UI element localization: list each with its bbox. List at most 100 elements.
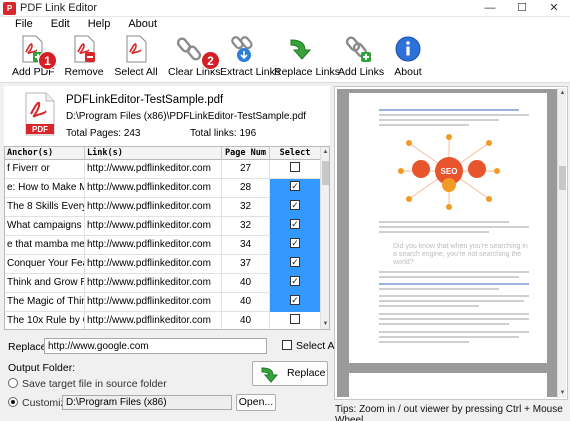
seo-label: SEO bbox=[441, 167, 458, 176]
close-button[interactable]: ✕ bbox=[538, 0, 570, 17]
row-select-checkbox[interactable]: ✓ bbox=[290, 219, 300, 230]
select-cell[interactable]: ✓ bbox=[270, 255, 321, 274]
custom-path-field[interactable]: D:\Program Files (x86) bbox=[62, 395, 232, 410]
table-row[interactable]: Think and Grow Ri...http://www.pdflinked… bbox=[5, 274, 321, 293]
scroll-up-arrow[interactable]: ▲ bbox=[321, 147, 329, 157]
anchor-cell[interactable]: f Fiverr or bbox=[5, 160, 85, 179]
replace-url-input[interactable] bbox=[44, 338, 267, 354]
viewer-scroll-down[interactable]: ▼ bbox=[558, 388, 567, 398]
anchor-cell[interactable]: Conquer Your Fear... bbox=[5, 255, 85, 274]
select-cell[interactable]: ✓ bbox=[270, 217, 321, 236]
page-num-cell[interactable]: 34 bbox=[222, 236, 270, 255]
anchor-cell[interactable]: e: How to Make M... bbox=[5, 179, 85, 198]
select-cell[interactable]: ✓ bbox=[270, 274, 321, 293]
page-num-cell[interactable]: 40 bbox=[222, 274, 270, 293]
customize-radio[interactable] bbox=[8, 397, 18, 408]
link-cell[interactable]: http://www.pdflinkeditor.com bbox=[85, 198, 222, 217]
table-row[interactable]: Conquer Your Fear...http://www.pdflinked… bbox=[5, 255, 321, 274]
table-row[interactable]: The Magic of Thin...http://www.pdflinked… bbox=[5, 293, 321, 312]
select-all-button[interactable]: Select All bbox=[114, 34, 158, 82]
table-body: f Fiverr or http://www.pdflinkeditor.com 2… bbox=[5, 160, 321, 329]
text-line bbox=[379, 295, 529, 297]
select-all-text: Select All bbox=[296, 340, 340, 352]
row-select-checkbox[interactable]: ✓ bbox=[290, 238, 300, 249]
row-select-checkbox[interactable] bbox=[290, 314, 300, 325]
column-link[interactable]: Link(s) bbox=[85, 147, 222, 160]
table-header: Anchor(s) Link(s) Page Num Select bbox=[5, 147, 321, 160]
select-cell[interactable]: ✓ bbox=[270, 198, 321, 217]
select-cell[interactable] bbox=[270, 160, 321, 179]
anchor-cell[interactable]: The 10x Rule by Gr... bbox=[5, 312, 85, 329]
table-scrollbar[interactable]: ▲ ▼ bbox=[320, 147, 329, 329]
page-num-cell[interactable]: 37 bbox=[222, 255, 270, 274]
minimize-button[interactable]: — bbox=[474, 0, 506, 17]
select-cell[interactable]: ✓ bbox=[270, 236, 321, 255]
add-links-button[interactable]: Add Links bbox=[338, 34, 384, 82]
menu-help[interactable]: Help bbox=[79, 17, 120, 33]
link-cell[interactable]: http://www.pdflinkeditor.com bbox=[85, 274, 222, 293]
replace-button[interactable]: Replace bbox=[252, 361, 328, 386]
remove-button[interactable]: Remove bbox=[64, 34, 104, 82]
link-cell[interactable]: http://www.pdflinkeditor.com bbox=[85, 217, 222, 236]
open-folder-button[interactable]: Open... bbox=[236, 394, 276, 411]
maximize-button[interactable]: ☐ bbox=[506, 0, 538, 17]
link-cell[interactable]: http://www.pdflinkeditor.com bbox=[85, 160, 222, 179]
save-source-radio[interactable] bbox=[8, 378, 18, 389]
link-cell[interactable]: http://www.pdflinkeditor.com bbox=[85, 179, 222, 198]
menu-about[interactable]: About bbox=[119, 17, 166, 33]
table-row[interactable]: e that mamba me... http://www.pdflinkedit… bbox=[5, 236, 321, 255]
scroll-down-arrow[interactable]: ▼ bbox=[321, 319, 329, 329]
page-num-cell[interactable]: 40 bbox=[222, 293, 270, 312]
link-cell[interactable]: http://www.pdflinkeditor.com bbox=[85, 293, 222, 312]
menu-edit[interactable]: Edit bbox=[42, 17, 79, 33]
anchor-cell[interactable]: Think and Grow Ri... bbox=[5, 274, 85, 293]
table-row[interactable]: f Fiverr or http://www.pdflinkeditor.com 2… bbox=[5, 160, 321, 179]
link-cell[interactable]: http://www.pdflinkeditor.com bbox=[85, 255, 222, 274]
anchor-cell[interactable]: What campaigns c... bbox=[5, 217, 85, 236]
page-num-cell[interactable]: 40 bbox=[222, 312, 270, 329]
link-cell[interactable]: http://www.pdflinkeditor.com bbox=[85, 236, 222, 255]
row-select-checkbox[interactable]: ✓ bbox=[290, 295, 300, 306]
viewer-scroll-up[interactable]: ▲ bbox=[558, 88, 567, 98]
row-select-checkbox[interactable] bbox=[290, 162, 300, 173]
page-num-cell[interactable]: 32 bbox=[222, 217, 270, 236]
table-row[interactable]: What campaigns c...http://www.pdflinkedi… bbox=[5, 217, 321, 236]
column-page-num[interactable]: Page Num bbox=[222, 147, 270, 160]
table-row[interactable]: e: How to Make M...http://www.pdflinkedi… bbox=[5, 179, 321, 198]
column-select[interactable]: Select bbox=[270, 147, 321, 160]
replace-links-button[interactable]: Replace Links bbox=[274, 34, 340, 82]
pdf-file-icon: PDF bbox=[25, 92, 55, 136]
table-row[interactable]: The 8 Skills Every S...http://www.pdflin… bbox=[5, 198, 321, 217]
anchor-cell[interactable]: The Magic of Thin... bbox=[5, 293, 85, 312]
pdf-viewer[interactable]: SEO Did you know that when you're search… bbox=[334, 86, 568, 400]
row-select-checkbox[interactable]: ✓ bbox=[290, 200, 300, 211]
text-line bbox=[379, 318, 529, 320]
select-cell[interactable]: ✓ bbox=[270, 293, 321, 312]
select-cell[interactable] bbox=[270, 312, 321, 329]
page-num-cell[interactable]: 32 bbox=[222, 198, 270, 217]
viewer-scroll-thumb[interactable] bbox=[559, 166, 566, 190]
row-select-checkbox[interactable]: ✓ bbox=[290, 276, 300, 287]
page-num-cell[interactable]: 28 bbox=[222, 179, 270, 198]
row-select-checkbox[interactable]: ✓ bbox=[290, 257, 300, 268]
menu-file[interactable]: File bbox=[6, 17, 42, 33]
extract-links-button[interactable]: Extract Links bbox=[220, 34, 280, 82]
remove-label: Remove bbox=[64, 66, 104, 78]
table-row[interactable]: The 10x Rule by Gr...http://www.pdflinke… bbox=[5, 312, 321, 329]
link-cell[interactable]: http://www.pdflinkeditor.com bbox=[85, 312, 222, 329]
pdf-page: SEO Did you know that when you're search… bbox=[349, 93, 547, 363]
page-num-cell[interactable]: 27 bbox=[222, 160, 270, 179]
save-source-option[interactable]: Save target file in source folder bbox=[8, 378, 167, 390]
about-button[interactable]: About bbox=[390, 34, 426, 82]
select-cell[interactable]: ✓ bbox=[270, 179, 321, 198]
links-table: Anchor(s) Link(s) Page Num Select f Five… bbox=[4, 146, 330, 330]
viewer-scrollbar[interactable]: ▲ ▼ bbox=[557, 88, 566, 398]
anchor-cell[interactable]: The 8 Skills Every S... bbox=[5, 198, 85, 217]
text-line bbox=[379, 124, 469, 126]
row-select-checkbox[interactable]: ✓ bbox=[290, 181, 300, 192]
scroll-thumb[interactable] bbox=[322, 161, 329, 185]
column-anchor[interactable]: Anchor(s) bbox=[5, 147, 85, 160]
anchor-cell[interactable]: e that mamba me... bbox=[5, 236, 85, 255]
select-all-checkbox[interactable]: Select All bbox=[282, 340, 339, 352]
select-all-check-box[interactable] bbox=[282, 340, 292, 351]
